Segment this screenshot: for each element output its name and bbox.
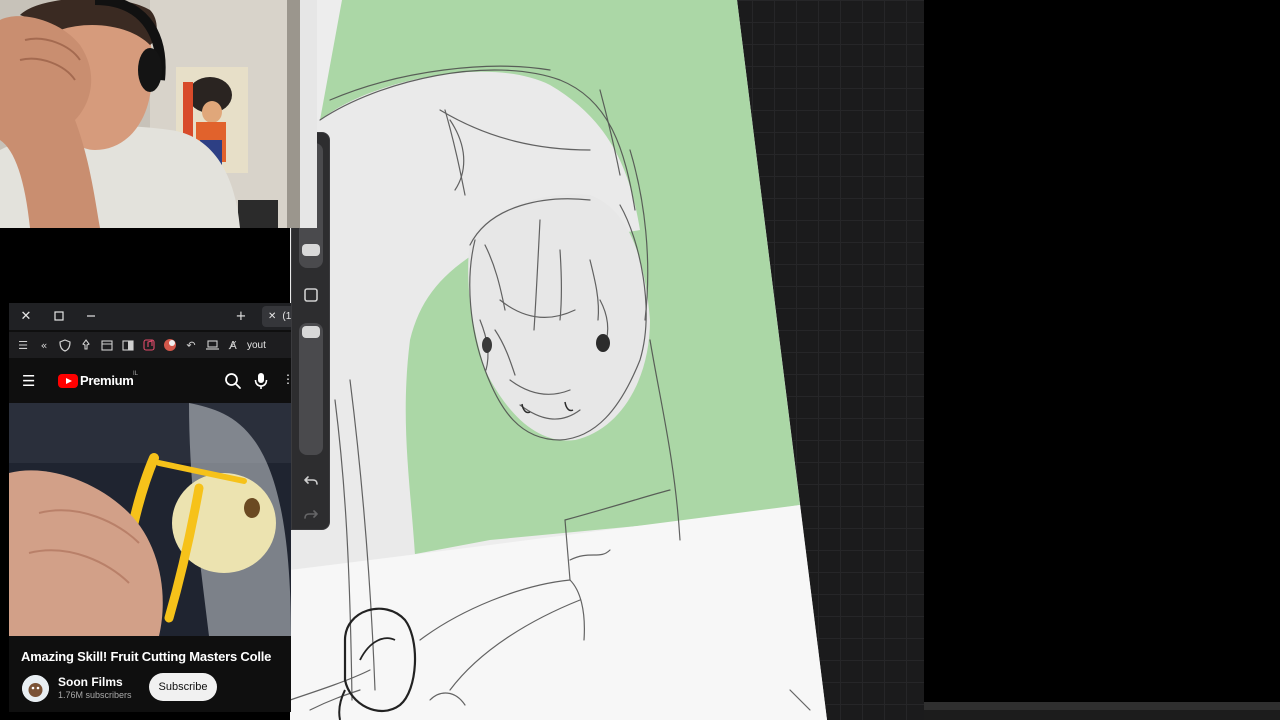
- youtube-voice-search-button[interactable]: [254, 372, 270, 390]
- video-player[interactable]: [9, 403, 291, 636]
- close-icon: ✕: [20, 308, 32, 324]
- toolbar-row: ☰ « ↶ A̸ yout: [9, 332, 291, 358]
- video-title[interactable]: Amazing Skill! Fruit Cutting Masters Col…: [21, 649, 291, 664]
- youtube-brand-label[interactable]: Premium: [80, 373, 134, 388]
- country-code: IL: [133, 371, 139, 377]
- youtube-menu-button[interactable]: ☰: [22, 373, 38, 389]
- scrollbar-track: [924, 702, 1280, 710]
- square-icon: [304, 288, 318, 302]
- hamburger-icon: ☰: [22, 372, 36, 390]
- video-frame: [9, 403, 291, 636]
- extension-avatar-icon: [164, 339, 176, 351]
- extension-avatar-button[interactable]: [161, 336, 179, 354]
- subscribe-button[interactable]: Subscribe: [149, 673, 217, 701]
- sketch-artwork[interactable]: [290, 0, 924, 720]
- tab-indicator: (1): [282, 311, 291, 322]
- translate-button[interactable]: A̸: [224, 336, 242, 354]
- bottom-scroll-bar[interactable]: [924, 702, 1280, 720]
- pin-icon: [82, 339, 90, 350]
- window-restore-button[interactable]: [50, 307, 68, 325]
- youtube-search-button[interactable]: [224, 372, 242, 390]
- empty-black-region: [924, 0, 1280, 702]
- shield-button[interactable]: [56, 336, 74, 354]
- display-button[interactable]: [203, 336, 221, 354]
- sidebar-menu-button[interactable]: ☰: [14, 336, 32, 354]
- tab-close-icon[interactable]: ✕: [268, 311, 276, 322]
- redo-button[interactable]: [301, 504, 321, 524]
- restore-icon: [54, 311, 64, 321]
- drawing-canvas[interactable]: [290, 0, 924, 720]
- subscriber-count: 1.76M subscribers: [58, 690, 132, 700]
- extension-button[interactable]: [77, 336, 95, 354]
- laptop-icon: [205, 340, 219, 350]
- tab-manager-button[interactable]: [98, 336, 116, 354]
- search-icon: [225, 373, 241, 389]
- undo-close-tab-button[interactable]: ↶: [182, 336, 200, 354]
- webcam-image: [0, 0, 317, 228]
- shield-icon: [59, 338, 71, 352]
- window-title-bar: ✕ + ✕ (1): [9, 303, 291, 330]
- address-bar-text[interactable]: yout: [247, 340, 266, 351]
- channel-avatar-icon: [22, 675, 49, 702]
- opacity-thumb[interactable]: [302, 326, 320, 338]
- browser-window: ✕ + ✕ (1) ☰ «: [9, 303, 291, 712]
- translate-icon: A̸: [229, 338, 237, 352]
- youtube-logo-icon[interactable]: [58, 374, 78, 388]
- window-minimize-button[interactable]: [82, 307, 100, 325]
- youtube-more-button[interactable]: ⋮: [282, 372, 291, 390]
- youtube-header: ☰ Premium IL ⋮: [9, 364, 291, 398]
- microphone-icon: [254, 373, 268, 389]
- split-view-icon: [122, 339, 134, 351]
- redo-icon: [304, 510, 318, 519]
- double-chevron-left-icon: «: [40, 338, 48, 352]
- new-tab-button[interactable]: +: [232, 307, 250, 325]
- channel-name[interactable]: Soon Films: [58, 675, 123, 689]
- menu-lines-icon: ☰: [18, 338, 28, 352]
- window-close-button[interactable]: ✕: [17, 307, 35, 325]
- webcam-feed: [0, 0, 317, 228]
- opacity-slider[interactable]: [299, 323, 323, 455]
- window-icon: [101, 339, 113, 351]
- music-button[interactable]: [140, 336, 158, 354]
- back-button[interactable]: «: [35, 336, 53, 354]
- split-view-button[interactable]: [119, 336, 137, 354]
- music-icon: [143, 339, 155, 351]
- more-icon: ⋮: [282, 372, 291, 386]
- undo-icon: [304, 476, 318, 485]
- brush-size-thumb[interactable]: [302, 244, 320, 256]
- channel-avatar[interactable]: [22, 675, 49, 702]
- modify-square-button[interactable]: [301, 285, 321, 305]
- new-tab-icon: +: [235, 308, 247, 324]
- undo-button[interactable]: [301, 470, 321, 490]
- undo-arrow-icon: ↶: [186, 338, 196, 352]
- browser-tab[interactable]: ✕ (1): [262, 306, 291, 327]
- minimize-icon: [87, 315, 95, 317]
